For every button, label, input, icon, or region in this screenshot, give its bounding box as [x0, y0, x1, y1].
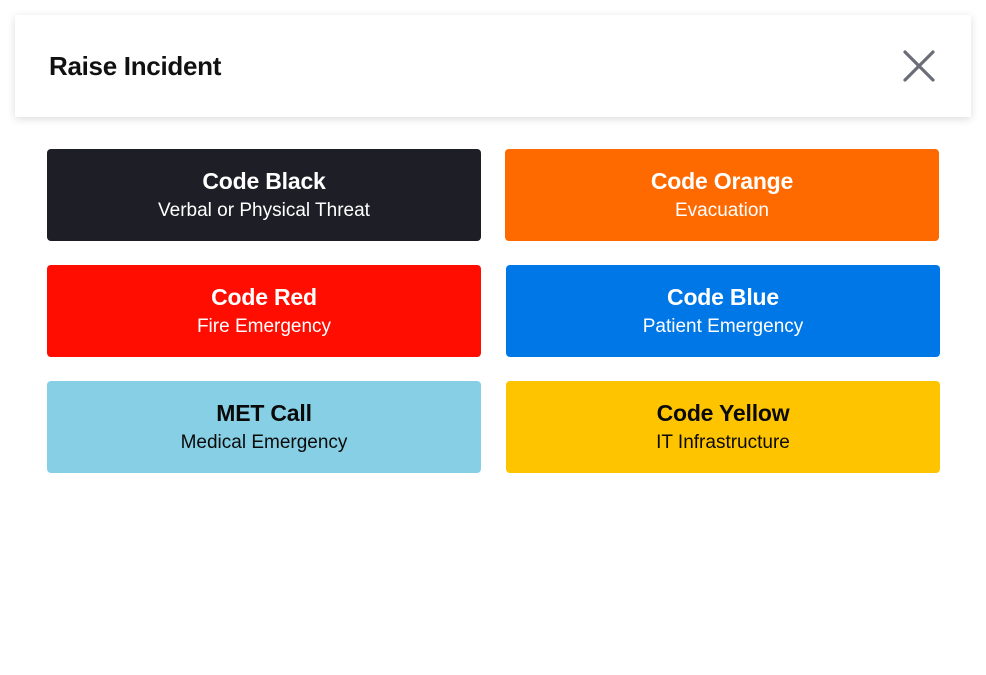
incident-name: Code Orange	[650, 168, 794, 194]
close-button[interactable]	[899, 46, 939, 86]
code-orange-button[interactable]: Code Orange Evacuation	[505, 149, 939, 241]
code-blue-button[interactable]: Code Blue Patient Emergency	[506, 265, 940, 357]
code-red-button[interactable]: Code Red Fire Emergency	[47, 265, 481, 357]
incident-description: IT Infrastructure	[656, 432, 790, 453]
incident-name: Code Black	[202, 168, 326, 194]
code-yellow-button[interactable]: Code Yellow IT Infrastructure	[506, 381, 940, 473]
incident-name: Code Blue	[667, 284, 779, 310]
incident-description: Medical Emergency	[180, 432, 348, 453]
incident-description: Fire Emergency	[196, 316, 332, 337]
close-icon	[903, 50, 935, 82]
incident-name: Code Yellow	[656, 400, 790, 426]
incident-description: Patient Emergency	[642, 316, 804, 337]
incident-description: Evacuation	[674, 200, 769, 221]
dialog-header: Raise Incident	[15, 15, 971, 117]
incident-name: MET Call	[216, 400, 312, 426]
incident-description: Verbal or Physical Threat	[158, 200, 370, 221]
incident-name: Code Red	[211, 284, 317, 310]
met-call-button[interactable]: MET Call Medical Emergency	[47, 381, 481, 473]
code-black-button[interactable]: Code Black Verbal or Physical Threat	[47, 149, 481, 241]
page-title: Raise Incident	[49, 51, 222, 81]
